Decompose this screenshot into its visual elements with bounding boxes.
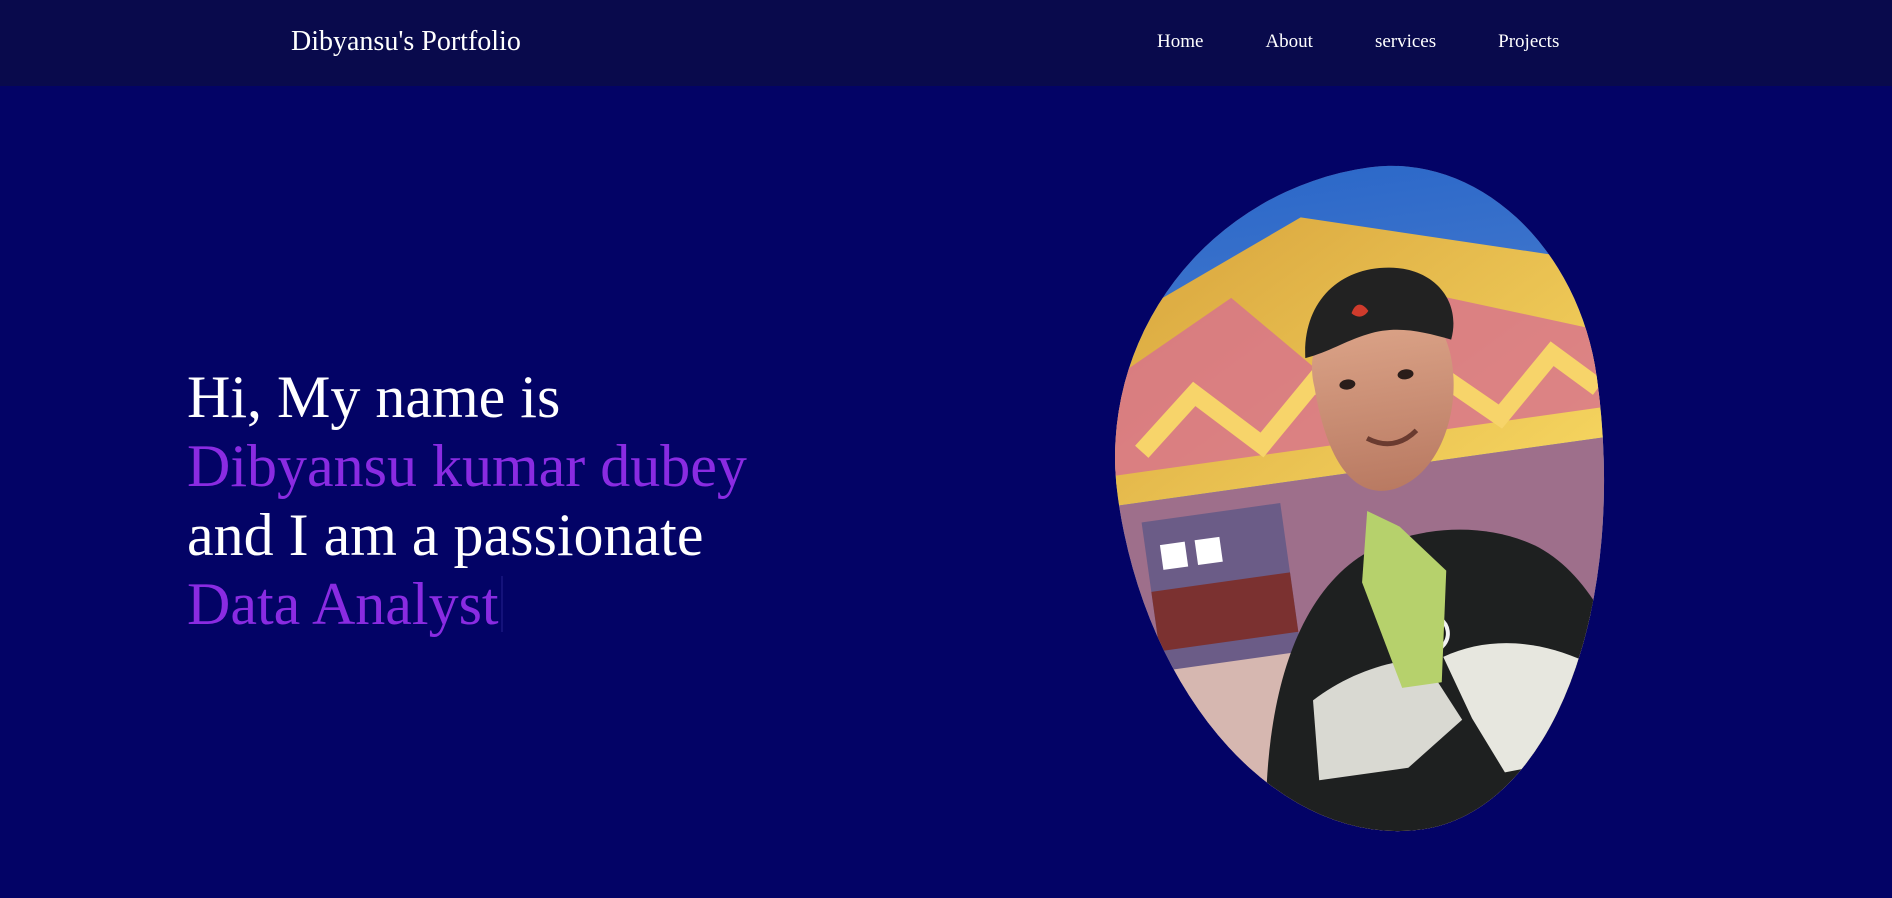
nav-links: Home About services Projects	[1157, 30, 1559, 54]
nav-home-link[interactable]: Home	[1157, 30, 1203, 54]
intro-role-line: Data Analyst	[187, 570, 747, 639]
intro-role: Data Analyst	[187, 571, 499, 637]
nav-services-link[interactable]: services	[1375, 30, 1436, 54]
site-brand[interactable]: Dibyansu's Portfolio	[291, 24, 521, 60]
nav-projects-link[interactable]: Projects	[1498, 30, 1559, 54]
intro-passion: and I am a passionate	[187, 502, 704, 568]
typing-cursor-icon	[500, 576, 503, 632]
top-navbar: Dibyansu's Portfolio Home About services…	[0, 0, 1892, 86]
intro-greeting: Hi, My name is	[187, 364, 561, 430]
hero-intro: Hi, My name is Dibyansu kumar dubey and …	[187, 363, 747, 639]
nav-about-link[interactable]: About	[1265, 30, 1313, 54]
intro-name: Dibyansu kumar dubey	[187, 433, 747, 499]
